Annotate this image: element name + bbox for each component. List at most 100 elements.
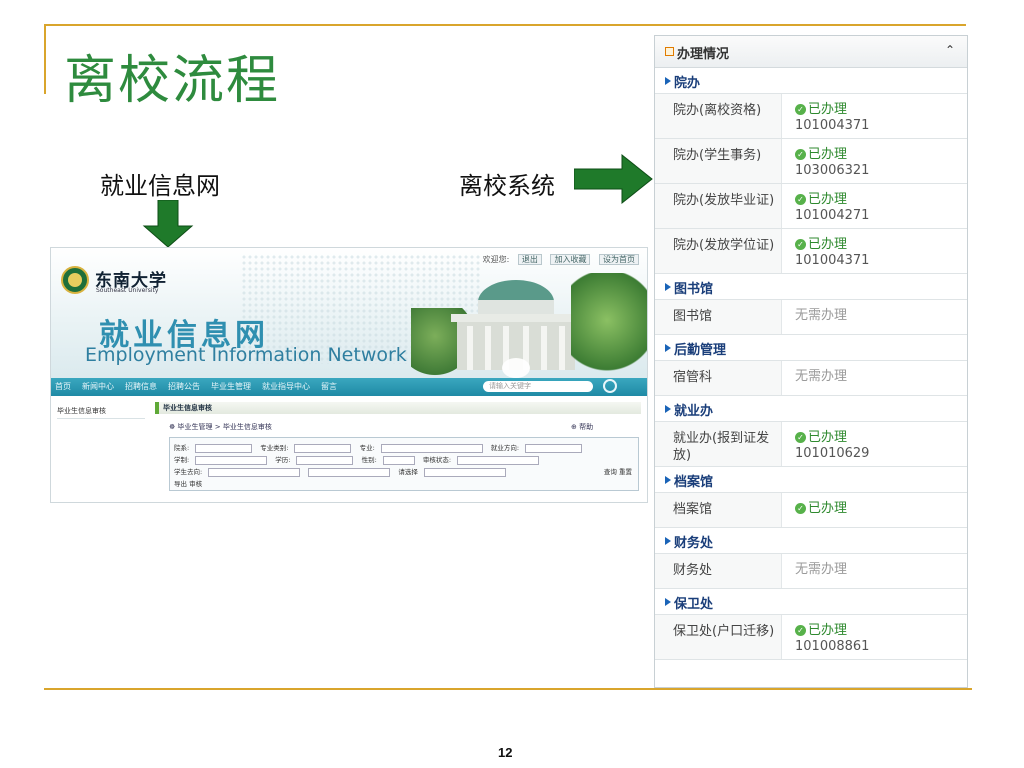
major-category-select[interactable]: [294, 443, 352, 453]
table-row: 院办(发放毕业证) ✓ 已办理 101004271: [655, 184, 967, 229]
trees-right: [571, 273, 647, 378]
search-button[interactable]: 查询: [604, 468, 617, 476]
form-row-1: 院系: 专业类别: 专业: 就业方向:: [174, 442, 588, 453]
major-select[interactable]: [380, 443, 483, 453]
filter-form: 院系: 专业类别: 专业: 就业方向: 学制: 学历: 性别: 审核状态: 学生…: [169, 437, 639, 491]
table-row: 财务处 无需办理: [655, 554, 967, 589]
triangle-right-icon: [665, 77, 671, 85]
section-title: 院办: [674, 76, 701, 91]
table-row: 宿管科 无需办理: [655, 361, 967, 396]
section-title: 财务处: [674, 536, 714, 551]
nav-item-5[interactable]: 就业指导中心: [262, 382, 310, 391]
section-header[interactable]: 就业办: [655, 396, 967, 422]
section-header[interactable]: 财务处: [655, 528, 967, 554]
triangle-right-icon: [665, 405, 671, 413]
handler-code: 101010629: [795, 446, 870, 461]
nav-item-2[interactable]: 招聘信息: [125, 382, 157, 391]
college-select[interactable]: [195, 443, 253, 453]
section-header[interactable]: 保卫处: [655, 589, 967, 615]
site-body: 毕业生信息审核 毕业生信息审核 ☸ 毕业生管理 > 毕业生信息审核 ⊕ 帮助 院…: [51, 396, 647, 502]
section-title: 后勤管理: [674, 343, 727, 358]
schooling-input[interactable]: [195, 455, 268, 465]
action-buttons: 导出 审核: [174, 478, 202, 488]
panel-header: 办理情况 ⌃: [655, 36, 967, 68]
reset-button[interactable]: 重置: [619, 468, 632, 476]
destination-select[interactable]: [208, 467, 301, 477]
status-done: ✓ 已办理: [795, 623, 847, 639]
panel-header-icon: [665, 47, 674, 56]
table-row: 院办(发放学位证) ✓ 已办理 101004371: [655, 229, 967, 274]
handler-code: 101004371: [795, 253, 870, 268]
table-row: 档案馆 ✓ 已办理: [655, 493, 967, 528]
site-top-links: 欢迎您: 退出 加入收藏 设为首页: [477, 254, 639, 265]
status-done: ✓ 已办理: [795, 237, 847, 253]
favorite-link[interactable]: 加入收藏: [550, 254, 591, 265]
office-name: 宿管科: [673, 370, 713, 385]
status-not-needed: 无需办理: [795, 308, 848, 323]
logout-link[interactable]: 退出: [517, 254, 542, 265]
check-circle-icon: ✓: [795, 432, 806, 443]
content-panel-title: 毕业生信息审核: [155, 402, 641, 414]
triangle-right-icon: [665, 476, 671, 484]
section-header[interactable]: 院办: [655, 68, 967, 94]
breadcrumb: ☸ 毕业生管理 > 毕业生信息审核: [169, 423, 272, 431]
nav-item-3[interactable]: 招聘公告: [168, 382, 200, 391]
nav-item-4[interactable]: 毕业生管理: [211, 382, 251, 391]
page-number: 12: [498, 745, 513, 760]
site-title-en: Employment Information Network: [85, 344, 407, 366]
sidebar-item-graduate-review[interactable]: 毕业生信息审核: [57, 406, 106, 416]
arrow-down-icon: [142, 200, 194, 248]
double-chevron-up-icon[interactable]: ⌃: [945, 43, 955, 57]
office-name: 院办(学生事务): [673, 148, 762, 163]
bottom-rule: [44, 688, 972, 690]
section-header[interactable]: 图书馆: [655, 274, 967, 300]
office-name: 就业办(报到证发放): [673, 431, 770, 463]
help-link[interactable]: ⊕ 帮助: [571, 422, 593, 432]
status-done: ✓ 已办理: [795, 501, 847, 517]
status-done: ✓ 已办理: [795, 147, 847, 163]
extra-select[interactable]: [423, 467, 506, 477]
site-nav-bar: 首页 新闻中心 招聘信息 招聘公告 毕业生管理 就业指导中心 留言 请输入关键字: [51, 378, 647, 396]
office-name: 图书馆: [673, 309, 713, 324]
section-header[interactable]: 后勤管理: [655, 335, 967, 361]
destination-detail-select[interactable]: [308, 467, 391, 477]
table-row: 就业办(报到证发放) ✓ 已办理 101010629: [655, 422, 967, 467]
handler-code: 103006321: [795, 163, 870, 178]
triangle-right-icon: [665, 283, 671, 291]
university-name-en: Southeast University: [96, 287, 159, 294]
label-leaving-system: 离校系统: [459, 172, 555, 200]
site-search-input[interactable]: 请输入关键字: [483, 381, 593, 392]
employment-direction-select[interactable]: [525, 443, 583, 453]
section-title: 就业办: [674, 404, 714, 419]
office-name: 保卫处(户口迁移): [673, 624, 775, 639]
university-logo-icon: [61, 266, 89, 294]
status-not-needed: 无需办理: [795, 562, 848, 577]
office-name: 院办(发放毕业证): [673, 193, 775, 208]
homepage-link[interactable]: 设为首页: [599, 254, 639, 265]
office-name: 院办(发放学位证): [673, 238, 775, 253]
panel-body: 院办 院办(离校资格) ✓ 已办理 101004371 院办(学生事务) ✓ 已办理 10300…: [655, 68, 967, 660]
section-header[interactable]: 档案馆: [655, 467, 967, 493]
site-banner: 欢迎您: 退出 加入收藏 设为首页 东南大学 Southeast Univers…: [51, 248, 647, 378]
audit-status-select[interactable]: [457, 455, 540, 465]
nav-item-0[interactable]: 首页: [55, 382, 71, 391]
status-done: ✓ 已办理: [795, 430, 847, 446]
check-circle-icon: ✓: [795, 625, 806, 636]
export-button[interactable]: 导出: [174, 480, 187, 488]
slide-title: 离校流程: [64, 51, 281, 111]
gender-select[interactable]: [382, 455, 415, 465]
nav-item-6[interactable]: 留言: [321, 382, 337, 391]
triangle-right-icon: [665, 344, 671, 352]
audit-button[interactable]: 审核: [189, 480, 202, 488]
processing-status-panel: 办理情况 ⌃ 院办院办(离校资格) ✓ 已办理 101004371 院办(学生事务) ✓ 已…: [654, 35, 968, 688]
table-row: 院办(离校资格) ✓ 已办理 101004371: [655, 94, 967, 139]
degree-select[interactable]: [296, 455, 354, 465]
triangle-right-icon: [665, 537, 671, 545]
check-circle-icon: ✓: [795, 503, 806, 514]
table-row: 保卫处(户口迁移) ✓ 已办理 101008861: [655, 615, 967, 660]
nav-item-1[interactable]: 新闻中心: [82, 382, 114, 391]
search-icon[interactable]: [603, 379, 617, 393]
arrow-right-icon: [574, 153, 653, 205]
sidebar-divider: [57, 418, 145, 419]
section-title: 图书馆: [674, 282, 714, 297]
